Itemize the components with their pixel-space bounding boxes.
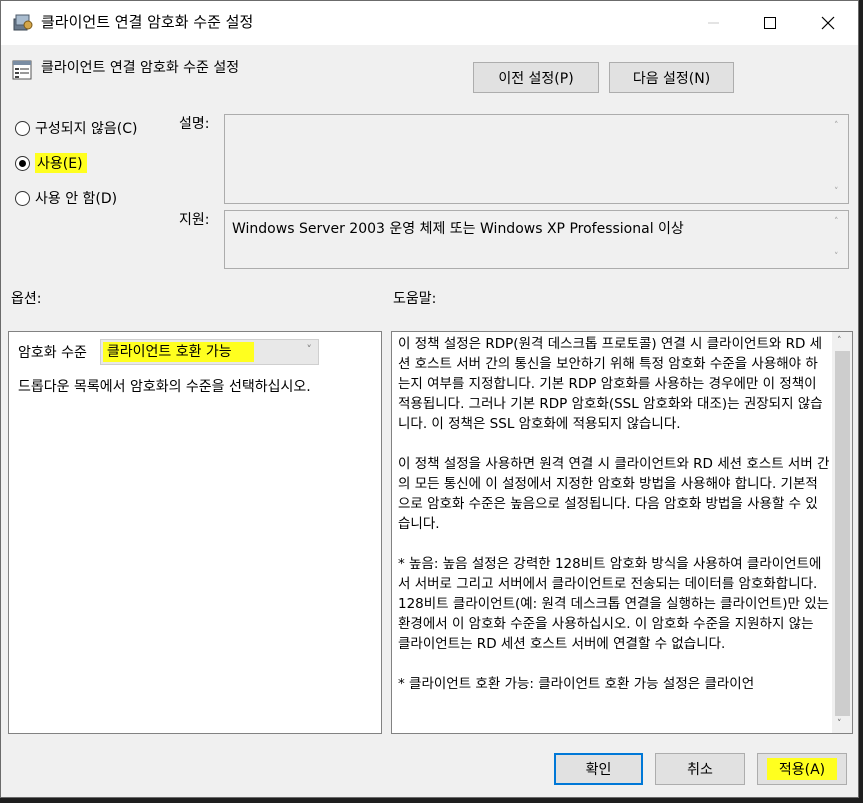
options-hint: 드롭다운 목록에서 암호화의 수준을 선택하십시오.	[18, 379, 311, 395]
help-label: 도움말:	[393, 291, 437, 307]
support-scrollbar[interactable]: ˄ ˅	[831, 211, 848, 268]
radio-disabled[interactable]: 사용 안 함(D)	[15, 187, 117, 209]
dialog-window: 클라이언트 연결 암호화 수준 설정 클라이언트 연결 암호화 수준 설정 이전…	[0, 0, 859, 798]
minimize-icon	[708, 22, 719, 24]
help-paragraph: * 클라이언트 호환 가능: 클라이언트 호환 가능 설정은 클라이언	[398, 676, 755, 692]
scroll-down-icon[interactable]: ˅	[837, 719, 842, 729]
help-paragraph: 이 정책 설정은 RDP(원격 데스크톱 프로토콜) 연결 시 클라이언트와 R…	[398, 336, 823, 432]
radio-enabled[interactable]: 사용(E)	[15, 152, 87, 174]
window-title: 클라이언트 연결 암호화 수준 설정	[41, 13, 254, 31]
scroll-up-icon[interactable]: ˄	[834, 121, 839, 131]
minimize-button[interactable]	[687, 1, 741, 45]
radio-circle[interactable]	[15, 190, 30, 206]
scroll-down-icon[interactable]: ˅	[834, 187, 839, 197]
help-paragraph: * 높음: 높음 설정은 강력한 128비트 암호화 방식을 사용하여 클라이언…	[398, 556, 830, 652]
scroll-down-icon[interactable]: ˅	[834, 252, 839, 262]
description-textbox[interactable]: ˄ ˅	[224, 114, 849, 204]
next-setting-button[interactable]: 다음 설정(N)	[609, 62, 734, 93]
title-bar: 클라이언트 연결 암호화 수준 설정	[1, 1, 858, 45]
setting-title: 클라이언트 연결 암호화 수준 설정	[41, 60, 240, 76]
radio-not-configured[interactable]: 구성되지 않음(C)	[15, 117, 137, 139]
encryption-level-row: 암호화 수준 클라이언트 호환 가능 ˅	[18, 339, 319, 365]
radio-circle-checked[interactable]	[15, 155, 30, 171]
group-policy-app-icon	[13, 14, 33, 31]
policy-setting-icon	[12, 60, 32, 80]
maximize-button[interactable]	[743, 1, 797, 45]
help-scrollbar[interactable]: ˄ ˅	[832, 332, 852, 733]
cancel-button[interactable]: 취소	[655, 753, 745, 785]
encryption-level-value: 클라이언트 호환 가능	[102, 342, 254, 362]
previous-setting-button[interactable]: 이전 설정(P)	[473, 62, 599, 93]
scrollbar-thumb[interactable]	[835, 351, 850, 716]
close-button[interactable]	[801, 1, 855, 45]
options-label: 옵션:	[11, 291, 42, 307]
support-value: Windows Server 2003 운영 체제 또는 Windows XP …	[232, 221, 684, 237]
scroll-up-icon[interactable]: ˄	[834, 217, 839, 227]
description-label: 설명:	[179, 116, 210, 132]
radio-label: 구성되지 않음(C)	[35, 121, 138, 137]
apply-button[interactable]: 적용(A)	[757, 753, 847, 785]
chevron-down-icon[interactable]: ˅	[306, 343, 312, 356]
encryption-level-label: 암호화 수준	[18, 345, 87, 361]
supported-on-textbox[interactable]: Windows Server 2003 운영 체제 또는 Windows XP …	[224, 210, 849, 269]
radio-circle[interactable]	[15, 120, 30, 136]
help-paragraph: 이 정책 설정을 사용하면 원격 연결 시 클라이언트와 RD 세션 호스트 서…	[398, 456, 830, 532]
support-label: 지원:	[179, 212, 210, 228]
help-panel[interactable]: 이 정책 설정은 RDP(원격 데스크톱 프로토콜) 연결 시 클라이언트와 R…	[391, 331, 853, 734]
close-icon	[821, 16, 835, 30]
apply-button-label: 적용(A)	[766, 758, 838, 780]
encryption-level-dropdown[interactable]: 클라이언트 호환 가능 ˅	[99, 339, 319, 365]
description-scrollbar[interactable]: ˄ ˅	[831, 115, 848, 203]
scroll-up-icon[interactable]: ˄	[837, 336, 842, 346]
maximize-icon	[764, 17, 776, 29]
options-panel: 암호화 수준 클라이언트 호환 가능 ˅ 드롭다운 목록에서 암호화의 수준을 …	[8, 331, 382, 734]
help-text: 이 정책 설정은 RDP(원격 데스크톱 프로토콜) 연결 시 클라이언트와 R…	[398, 334, 830, 714]
radio-label: 사용 안 함(D)	[35, 191, 118, 207]
ok-button[interactable]: 확인	[554, 753, 643, 785]
radio-label: 사용(E)	[35, 153, 87, 173]
